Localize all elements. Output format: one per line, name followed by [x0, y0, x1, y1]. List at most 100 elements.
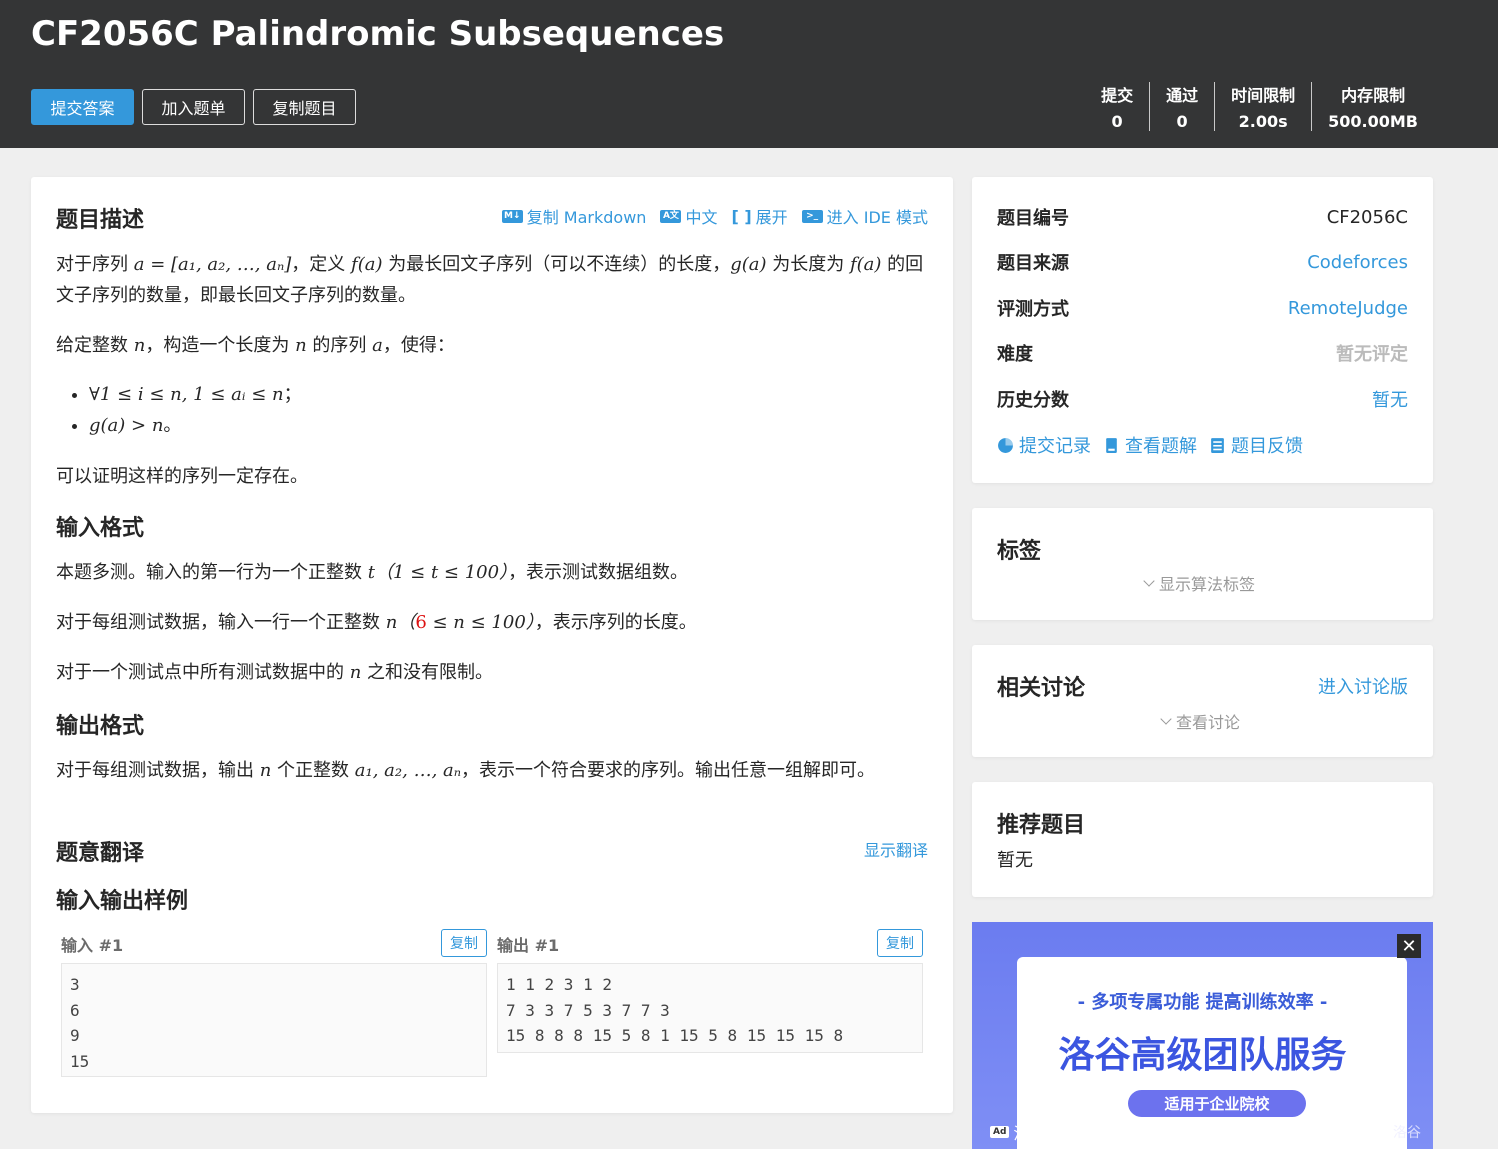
- copy-problem-button[interactable]: 复制题目: [253, 89, 356, 125]
- stat-value: 0: [1176, 112, 1188, 131]
- math: a = [a₁, a₂, …, aₙ]: [133, 254, 292, 275]
- info-row-difficulty: 难度 暂无评定: [997, 338, 1408, 368]
- math: g(a): [730, 254, 767, 275]
- condition-list: ∀1 ≤ i ≤ n, 1 ≤ aᵢ ≤ n； g(a) > n。: [69, 379, 302, 441]
- chevron-down-icon: [1160, 713, 1172, 725]
- problem-actions: 提交记录 查看题解 题目反馈: [997, 432, 1303, 458]
- recommended-heading: 推荐题目: [997, 813, 1086, 838]
- copy-markdown-button[interactable]: M↓ 复制 Markdown: [501, 204, 647, 228]
- expand-icon: [ ]: [731, 206, 752, 226]
- expand-button[interactable]: [ ] 展开: [731, 204, 787, 228]
- math: n（6 ≤ n ≤ 100）: [385, 612, 535, 633]
- problem-header: CF2056C Palindromic Subsequences 提交答案 加入…: [0, 0, 1498, 148]
- submission-records-link[interactable]: 提交记录: [997, 432, 1091, 458]
- ide-mode-label: 进入 IDE 模式: [826, 208, 928, 227]
- text-span: ，表示测试数据组数。: [508, 562, 689, 583]
- recommended-value: 暂无: [997, 850, 1033, 871]
- difficulty-badge: 暂无评定: [1336, 344, 1408, 365]
- math: n: [133, 335, 146, 356]
- ad-pill: 适用于企业院校: [1128, 1090, 1306, 1117]
- text-span: 个正整数: [271, 760, 355, 781]
- stat-value: 2.00s: [1238, 112, 1288, 131]
- stat-label: 时间限制: [1231, 86, 1296, 105]
- judge-link[interactable]: RemoteJudge: [1288, 298, 1408, 319]
- sample-input-label: 输入 #1: [61, 936, 124, 955]
- text-span: 对于序列: [56, 254, 134, 275]
- info-row-judge: 评测方式 RemoteJudge: [997, 293, 1408, 323]
- info-key: 难度: [997, 344, 1033, 365]
- text-span: ，表示序列的长度。: [534, 612, 697, 633]
- text-span: ，使得：: [382, 335, 455, 356]
- sample-output-label: 输出 #1: [497, 936, 560, 955]
- description-paragraph: 给定整数 n，构造一个长度为 n 的序列 a，使得：: [56, 330, 926, 361]
- list-item: ∀1 ≤ i ≤ n, 1 ≤ aᵢ ≤ n；: [89, 379, 302, 410]
- text-span: 的序列: [306, 335, 373, 356]
- expand-label: 展开: [755, 208, 788, 227]
- text-span: 之和没有限制。: [361, 662, 494, 683]
- samples-heading: 输入输出样例: [56, 889, 189, 914]
- copy-output-button[interactable]: 复制: [877, 929, 923, 957]
- math: t（1 ≤ t ≤ 100）: [367, 562, 509, 583]
- history-score-link[interactable]: 暂无: [1372, 386, 1408, 412]
- math: n: [259, 760, 272, 781]
- stat-label: 内存限制: [1341, 86, 1406, 105]
- stat-label: 通过: [1166, 86, 1199, 105]
- output-paragraph: 对于每组测试数据，输出 n 个正整数 a₁, a₂, …, aₙ，表示一个符合要…: [56, 755, 926, 786]
- list-icon: [1211, 437, 1224, 453]
- ad-headline: 洛谷高级团队服务: [1058, 1035, 1347, 1076]
- problem-stats: 提交 0 通过 0 时间限制 2.00s 内存限制 500.00MB: [1085, 82, 1434, 131]
- input-format-heading: 输入格式: [56, 516, 145, 541]
- sample-input-box: 3 6 9 15: [61, 963, 487, 1077]
- view-solutions-link[interactable]: 查看题解: [1103, 432, 1197, 458]
- translate-icon: A文: [660, 209, 682, 223]
- translation-heading: 题意翻译: [56, 841, 145, 866]
- ad-banner[interactable]: - 多项专属功能 提高训练效率 - 洛谷高级团队服务 适用于企业院校 ✕ Ad …: [972, 922, 1433, 1149]
- input-paragraph: 本题多测。输入的第一行为一个正整数 t（1 ≤ t ≤ 100），表示测试数据组…: [56, 557, 926, 588]
- stat-accepted: 通过 0: [1149, 82, 1214, 131]
- view-discussion-toggle[interactable]: 查看讨论: [1160, 709, 1240, 733]
- stat-time-limit: 时间限制 2.00s: [1214, 82, 1311, 131]
- text-span: 本题多测。输入的第一行为一个正整数: [56, 562, 368, 583]
- text-span: 给定整数: [56, 335, 134, 356]
- copy-input-button[interactable]: 复制: [441, 929, 487, 957]
- math: a₁, a₂, …, aₙ: [354, 760, 462, 781]
- text-span: ，构造一个长度为: [145, 335, 296, 356]
- stat-value: 0: [1111, 112, 1123, 131]
- output-format-heading: 输出格式: [56, 714, 145, 739]
- copy-markdown-label: 复制 Markdown: [526, 208, 647, 227]
- show-tags-toggle[interactable]: 显示算法标签: [1143, 571, 1255, 595]
- stat-label: 提交: [1101, 86, 1134, 105]
- language-switch-button[interactable]: A文 中文: [660, 204, 717, 228]
- close-icon[interactable]: ✕: [1397, 934, 1421, 958]
- source-link[interactable]: Codeforces: [1307, 252, 1408, 273]
- show-translation-link[interactable]: 显示翻译: [864, 837, 928, 861]
- stat-memory-limit: 内存限制 500.00MB: [1311, 82, 1434, 131]
- text-span: 为长度为: [766, 254, 850, 275]
- action-label: 题目反馈: [1231, 436, 1303, 457]
- problem-feedback-link[interactable]: 题目反馈: [1209, 432, 1303, 458]
- action-label: 提交记录: [1019, 436, 1091, 457]
- discussion-heading: 相关讨论: [997, 676, 1086, 701]
- enter-discussion-link[interactable]: 进入讨论版: [1318, 673, 1408, 699]
- info-row-id: 题目编号 CF2056C: [997, 202, 1408, 232]
- description-heading: 题目描述: [56, 208, 145, 233]
- markdown-icon: M↓: [501, 209, 523, 223]
- recommended-card: 推荐题目 暂无: [972, 782, 1433, 897]
- ad-subtitle: - 多项专属功能 提高训练效率 -: [1077, 992, 1328, 1013]
- description-paragraph: 可以证明这样的序列一定存在。: [56, 466, 308, 487]
- text-span: 。: [163, 415, 182, 436]
- input-paragraph: 对于每组测试数据，输入一行一个正整数 n（6 ≤ n ≤ 100），表示序列的长…: [56, 607, 926, 638]
- info-row-source: 题目来源 Codeforces: [997, 247, 1408, 277]
- math: n: [295, 335, 307, 356]
- ad-badge: Ad: [990, 1126, 1010, 1138]
- pie-chart-icon: [998, 437, 1013, 453]
- ad-label: Ad 洛谷广告: [990, 1120, 1077, 1144]
- ide-mode-button[interactable]: >_ 进入 IDE 模式: [801, 204, 928, 228]
- action-label: 查看题解: [1125, 436, 1197, 457]
- submit-button[interactable]: 提交答案: [31, 89, 134, 125]
- chevron-down-icon: [1143, 575, 1155, 587]
- discussion-card: 相关讨论 进入讨论版 查看讨论: [972, 645, 1433, 757]
- list-item: g(a) > n。: [89, 410, 302, 441]
- input-paragraph: 对于一个测试点中所有测试数据中的 n 之和没有限制。: [56, 657, 926, 688]
- add-to-list-button[interactable]: 加入题单: [142, 89, 245, 125]
